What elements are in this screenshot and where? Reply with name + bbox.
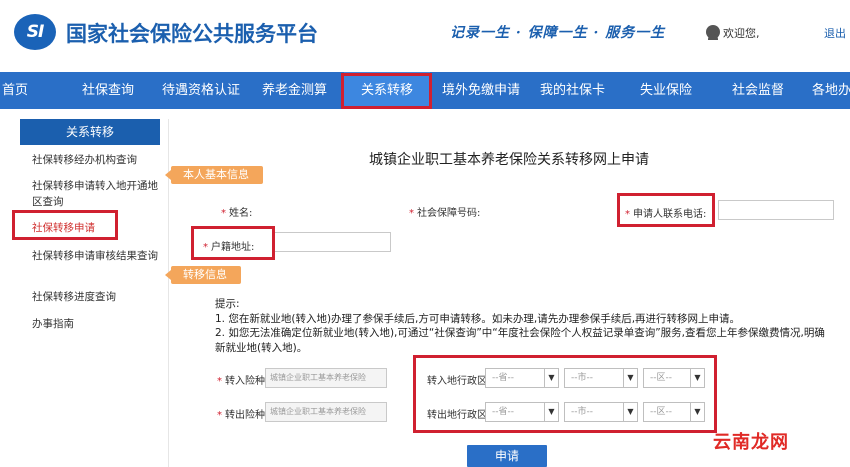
tip-1: 1. 您在新就业地(转入地)办理了参保手续后,方可申请转移。如未办理,请先办理参… xyxy=(215,312,741,325)
required-mark: * xyxy=(409,208,414,219)
form-title: 城镇企业职工基本养老保险关系转移网上申请 xyxy=(369,152,649,168)
sidebar-item-review-result[interactable]: 社保转移申请审核结果查询 xyxy=(32,248,160,264)
highlight-box-sidebar xyxy=(12,210,118,240)
highlight-box-region xyxy=(413,355,717,433)
logout-link[interactable]: 退出 xyxy=(824,25,846,41)
nav-item-my-card[interactable]: 我的社保卡 xyxy=(540,72,605,109)
required-mark: * xyxy=(217,376,222,387)
nav-item-overseas-exemption[interactable]: 境外免缴申请 xyxy=(442,72,520,109)
nav-item-social-query[interactable]: 社保查询 xyxy=(82,72,134,109)
nav-item-supervision[interactable]: 社会监督 xyxy=(732,72,784,109)
social-insurance-logo[interactable]: SI xyxy=(14,14,56,50)
tips-block: 提示: 1. 您在新就业地(转入地)办理了参保手续后,方可申请转移。如未办理,请… xyxy=(215,297,835,355)
out-type-label: * 转出险种 xyxy=(217,406,265,421)
sidebar-item-progress-query[interactable]: 社保转移进度查询 xyxy=(32,289,160,305)
section-tag-basic-info: 本人基本信息 xyxy=(165,166,263,184)
highlight-box-hukou xyxy=(191,226,275,260)
slogan: 记录一生 · 保障一生 · 服务一生 xyxy=(450,25,666,41)
tips-title: 提示: xyxy=(215,298,240,310)
name-label-text: 姓名: xyxy=(229,208,253,219)
highlight-box-nav xyxy=(341,73,432,109)
in-type-label-text: 转入险种 xyxy=(225,376,265,387)
nav-item-unemployment[interactable]: 失业保险 xyxy=(640,72,692,109)
out-insurance-type-field: 城镇企业职工基本养老保险 xyxy=(265,402,387,422)
in-type-label: * 转入险种 xyxy=(217,372,265,387)
in-insurance-type-field: 城镇企业职工基本养老保险 xyxy=(265,368,387,388)
apply-button[interactable]: 申请 xyxy=(467,445,547,467)
page: SI 国家社会保险公共服务平台 记录一生 · 保障一生 · 服务一生 欢迎您, … xyxy=(0,0,850,467)
watermark-logo: 云南龙网 xyxy=(713,432,789,453)
user-icon xyxy=(706,25,720,40)
main-content: 城镇企业职工基本养老保险关系转移网上申请 本人基本信息 * 姓名: * 社会保障号码… xyxy=(165,119,850,467)
section-tag-transfer-info: 转移信息 xyxy=(165,266,241,284)
site-title[interactable]: 国家社会保险公共服务平台 xyxy=(66,18,318,48)
highlight-box-phone xyxy=(617,193,715,227)
phone-input[interactable] xyxy=(718,200,834,220)
nav-item-pension-calc[interactable]: 养老金测算 xyxy=(262,72,327,109)
nav-item-home[interactable]: 首页 xyxy=(2,72,28,109)
name-label: * 姓名: xyxy=(221,204,252,219)
sidebar-item-guide[interactable]: 办事指南 xyxy=(32,316,160,332)
hukou-input[interactable] xyxy=(273,232,391,252)
required-mark: * xyxy=(221,208,226,219)
ssn-label-text: 社会保障号码: xyxy=(417,208,481,219)
out-type-label-text: 转出险种 xyxy=(225,410,265,421)
nav-item-qualification[interactable]: 待遇资格认证 xyxy=(162,72,240,109)
welcome-text: 欢迎您, xyxy=(723,27,760,40)
nav-item-local[interactable]: 各地办 xyxy=(812,72,850,109)
sidebar-item-open-region-query[interactable]: 社保转移申请转入地开通地区查询 xyxy=(32,178,160,210)
required-mark: * xyxy=(217,410,222,421)
ssn-label: * 社会保障号码: xyxy=(409,204,480,219)
sidebar-item-agency-query[interactable]: 社保转移经办机构查询 xyxy=(32,152,160,168)
site-header: SI 国家社会保险公共服务平台 记录一生 · 保障一生 · 服务一生 欢迎您, … xyxy=(0,0,850,72)
tip-2: 2. 如您无法准确定位新就业地(转入地),可通过“社保查询”中“年度社会保险个人… xyxy=(215,327,825,354)
sidebar-heading: 关系转移 xyxy=(20,119,160,145)
